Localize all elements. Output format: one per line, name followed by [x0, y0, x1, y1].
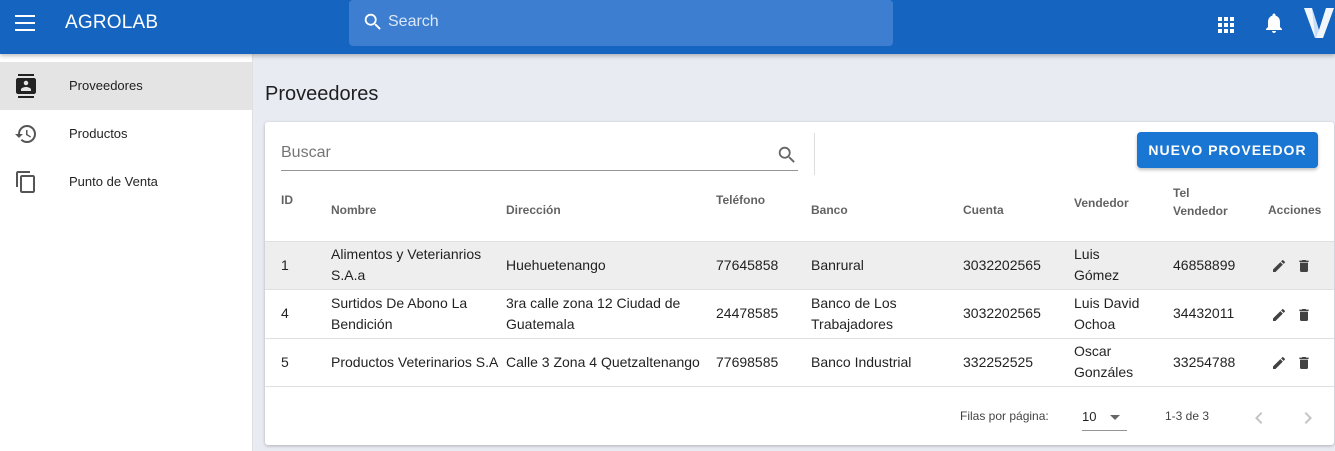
column-header-banco[interactable]: Banco — [811, 179, 963, 241]
search-icon — [364, 13, 381, 30]
page-title: Proveedores — [265, 83, 379, 105]
rows-per-page-select[interactable]: 10 — [1082, 403, 1127, 431]
table-search-input[interactable] — [281, 144, 761, 162]
cell-direccion: Calle 3 Zona 4 Quetzaltenango — [506, 337, 716, 387]
cell-nombre: Productos Veterinarios S.A — [331, 337, 506, 387]
global-search-input[interactable]: Search — [349, 0, 893, 46]
cell-cuenta: 332252525 — [963, 337, 1074, 387]
cell-vendedor: Oscar Gonzáles — [1074, 337, 1173, 387]
cell-id: 4 — [265, 289, 331, 338]
cell-banco: Banco de Los Trabajadores — [811, 289, 963, 338]
column-header-cuenta[interactable]: Cuenta — [963, 179, 1074, 241]
cell-acciones — [1268, 337, 1334, 387]
cell-acciones — [1268, 289, 1334, 338]
history-icon — [15, 125, 36, 143]
cell-telefono: 24478585 — [716, 289, 811, 338]
table-header-row: ID Nombre Dirección Teléfono Banco Cuent… — [265, 179, 1334, 241]
rows-per-page-value: 10 — [1082, 409, 1097, 424]
cell-tel-vendedor: 33254788 — [1173, 337, 1268, 387]
cell-vendedor: Luis David Ochoa — [1074, 289, 1173, 338]
column-header-direccion[interactable]: Dirección — [506, 179, 716, 241]
sidebar-item-productos[interactable]: Productos — [0, 110, 252, 158]
cell-vendedor-text: Luis David Ochoa — [1074, 294, 1140, 332]
caret-down-icon — [1110, 415, 1120, 420]
edit-icon[interactable] — [1271, 307, 1287, 323]
table-row[interactable]: 1 Alimentos y Veterianrios S.A.a Huehuet… — [265, 240, 1334, 290]
sidebar-item-proveedores[interactable]: Proveedores — [0, 62, 252, 110]
search-placeholder: Search — [388, 13, 439, 30]
cell-telefono: 77645858 — [716, 240, 811, 290]
column-header-tel-vendedor[interactable]: Tel Vendedor — [1173, 179, 1268, 241]
column-header-nombre[interactable]: Nombre — [331, 179, 506, 241]
column-header-tel-vendedor-line2: Vendedor — [1173, 204, 1228, 218]
cell-telefono: 77698585 — [716, 337, 811, 387]
cell-cuenta: 3032202565 — [963, 289, 1074, 338]
divider — [814, 133, 815, 175]
sidebar-item-label: Punto de Venta — [69, 174, 158, 189]
edit-icon[interactable] — [1271, 355, 1287, 371]
app-bar: AGROLAB Search — [0, 0, 1335, 54]
cell-direccion: 3ra calle zona 12 Ciudad de Guatemala — [506, 289, 716, 338]
suppliers-card: NUEVO PROVEEDOR ID Nombre Dirección Telé… — [265, 122, 1334, 445]
table-pagination: Filas por página: 10 1-3 de 3 — [265, 393, 1334, 445]
copy-icon — [16, 171, 35, 193]
contact-card-icon — [16, 74, 36, 98]
column-header-vendedor[interactable]: Vendedor — [1074, 179, 1173, 241]
cell-vendedor: Luis Gómez — [1074, 240, 1173, 290]
edit-icon[interactable] — [1271, 258, 1287, 274]
cell-tel-vendedor: 34432011 — [1173, 289, 1268, 338]
sidebar: Proveedores Productos Punto de Venta — [0, 54, 253, 451]
cell-tel-vendedor: 46858899 — [1173, 240, 1268, 290]
menu-icon[interactable] — [14, 15, 36, 37]
search-icon[interactable] — [776, 144, 798, 166]
sidebar-item-punto-de-venta[interactable]: Punto de Venta — [0, 158, 252, 206]
delete-icon[interactable] — [1296, 258, 1312, 274]
cell-direccion: Huehuetenango — [506, 240, 716, 290]
column-header-acciones: Acciones — [1268, 202, 1322, 217]
v-logo[interactable] — [1303, 6, 1335, 40]
rows-per-page-label: Filas por página: — [960, 409, 1049, 423]
cell-vendedor-text: Oscar Gonzáles — [1074, 343, 1134, 381]
cell-id: 1 — [265, 240, 331, 290]
suppliers-table: ID Nombre Dirección Teléfono Banco Cuent… — [265, 179, 1334, 387]
delete-icon[interactable] — [1296, 307, 1312, 323]
table-row[interactable]: 4 Surtidos De Abono La Bendición 3ra cal… — [265, 289, 1334, 338]
bell-icon[interactable] — [1262, 11, 1286, 35]
column-header-tel-vendedor-line1: Tel — [1173, 186, 1190, 200]
cell-vendedor-text: Luis Gómez — [1074, 246, 1120, 284]
sidebar-item-label: Proveedores — [69, 78, 143, 93]
apps-grid-icon[interactable] — [1214, 13, 1238, 37]
cell-cuenta: 3032202565 — [963, 240, 1074, 290]
chevron-left-icon[interactable] — [1247, 406, 1271, 430]
column-header-id[interactable]: ID — [265, 179, 331, 241]
cell-acciones — [1268, 240, 1334, 290]
app-title: AGROLAB — [65, 12, 159, 33]
cell-nombre: Surtidos De Abono La Bendición — [331, 289, 506, 338]
cell-banco: Banco Industrial — [811, 337, 963, 387]
cell-id: 5 — [265, 337, 331, 387]
new-supplier-button[interactable]: NUEVO PROVEEDOR — [1137, 132, 1318, 168]
table-row[interactable]: 5 Productos Veterinarios S.A Calle 3 Zon… — [265, 337, 1334, 387]
delete-icon[interactable] — [1296, 355, 1312, 371]
chevron-right-icon[interactable] — [1296, 406, 1320, 430]
pagination-range: 1-3 de 3 — [1165, 409, 1210, 423]
column-header-telefono[interactable]: Teléfono — [716, 179, 811, 241]
sidebar-item-label: Productos — [69, 126, 128, 141]
table-search-field[interactable] — [281, 136, 798, 171]
cell-nombre: Alimentos y Veterianrios S.A.a — [331, 240, 506, 290]
cell-banco: Banrural — [811, 240, 963, 290]
